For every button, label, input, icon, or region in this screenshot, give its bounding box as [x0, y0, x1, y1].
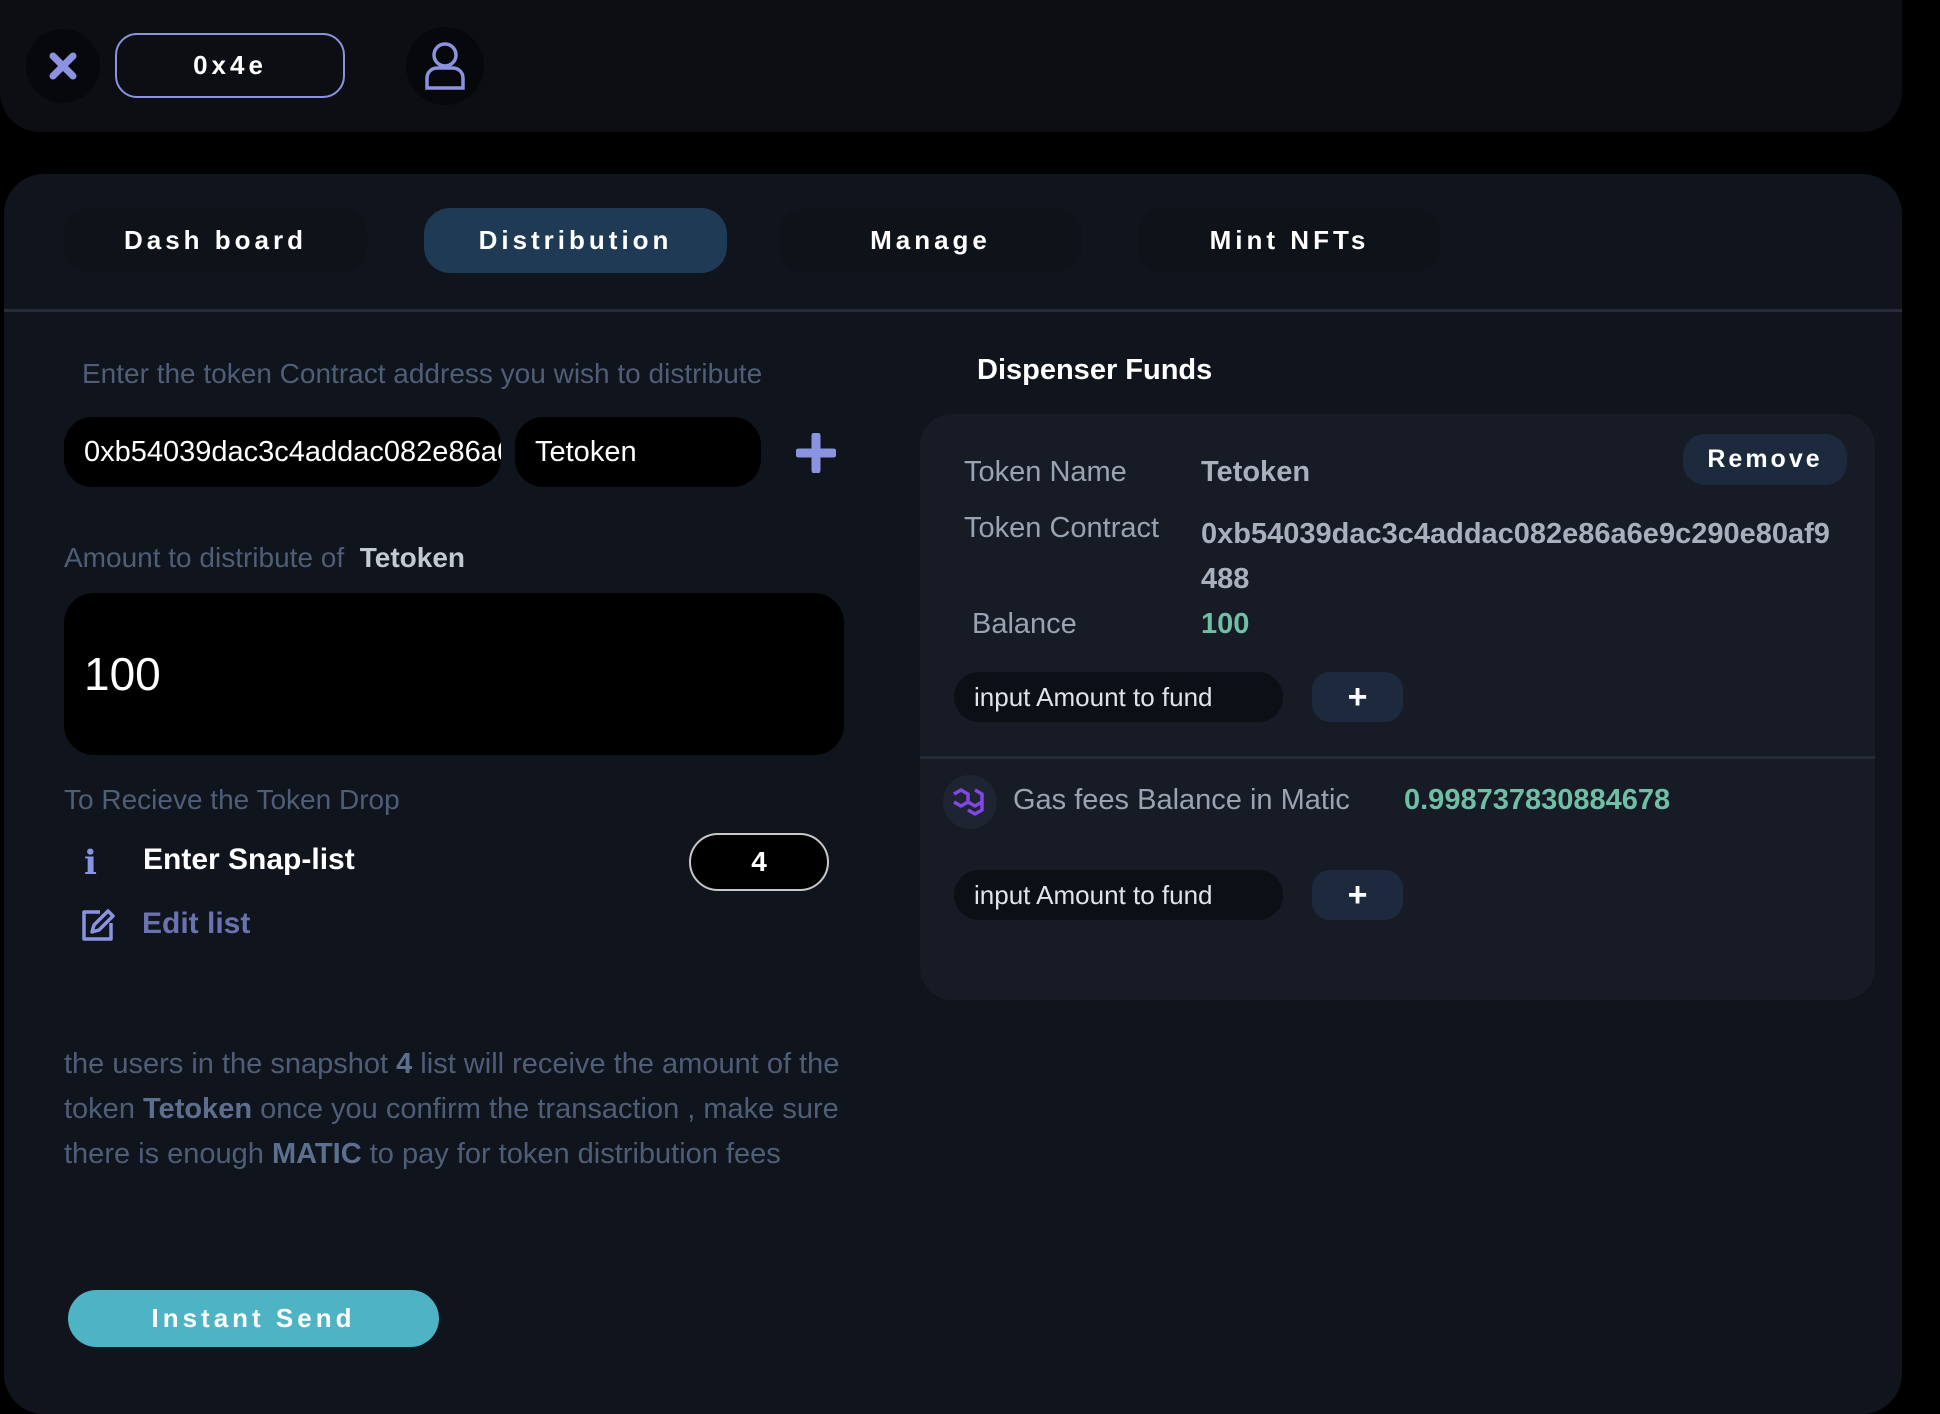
- note-token: Tetoken: [143, 1093, 253, 1125]
- amount-input[interactable]: 100: [64, 593, 844, 755]
- note-text: the users in the snapshot: [64, 1048, 397, 1080]
- edit-list-link[interactable]: Edit list: [142, 907, 250, 941]
- receive-label: To Recieve the Token Drop: [64, 784, 400, 815]
- note-text: to pay for token distribution fees: [361, 1138, 781, 1170]
- instant-send-button[interactable]: Instant Send: [68, 1290, 439, 1347]
- token-name-input[interactable]: Tetoken: [515, 417, 761, 487]
- fund-gas-input[interactable]: input Amount to fund: [954, 870, 1283, 920]
- account-address-button[interactable]: 0x4e: [115, 33, 345, 98]
- close-button[interactable]: [26, 29, 100, 103]
- contract-address-input[interactable]: 0xb54039dac3c4addac082e86a6e9c290e80af94…: [64, 417, 501, 487]
- plus-icon: +: [1347, 875, 1368, 914]
- plus-icon: +: [1347, 677, 1368, 716]
- balance-label: Balance: [972, 608, 1077, 640]
- contract-prompt: Enter the token Contract address you wis…: [82, 358, 763, 389]
- amount-token: Tetoken: [359, 542, 465, 573]
- matic-icon: [943, 775, 997, 829]
- divider: [4, 309, 1902, 312]
- gas-balance-value: 0.998737830884678: [1404, 784, 1671, 816]
- fund-token-input[interactable]: input Amount to fund: [954, 672, 1283, 722]
- tab-mint-nfts[interactable]: Mint NFTs: [1138, 208, 1441, 273]
- close-icon: [49, 52, 77, 80]
- distribution-note: the users in the snapshot 4 list will re…: [64, 1042, 864, 1177]
- profile-button[interactable]: [406, 27, 484, 105]
- info-icon: i: [84, 843, 97, 883]
- amount-label-text: Amount to distribute of: [64, 542, 345, 573]
- tab-distribution[interactable]: Distribution: [424, 208, 727, 273]
- remove-button[interactable]: Remove: [1683, 434, 1847, 485]
- tab-manage[interactable]: Manage: [779, 208, 1082, 273]
- fund-token-button[interactable]: +: [1312, 672, 1403, 722]
- fund-gas-button[interactable]: +: [1312, 870, 1403, 920]
- edit-icon[interactable]: [78, 905, 118, 950]
- token-contract-value: 0xb54039dac3c4addac082e86a6e9c290e80af94…: [1201, 518, 1830, 595]
- plus-icon: [794, 431, 838, 475]
- note-currency: MATIC: [271, 1138, 362, 1170]
- balance-value: 100: [1201, 608, 1250, 640]
- token-contract-label: Token Contract: [964, 512, 1160, 544]
- user-icon: [425, 42, 465, 90]
- token-name-value: Tetoken: [1201, 456, 1311, 488]
- tab-dashboard[interactable]: Dash board: [64, 208, 367, 273]
- amount-label: Amount to distribute of Tetoken: [64, 542, 465, 574]
- card-divider: [920, 756, 1875, 759]
- note-count: 4: [396, 1048, 413, 1080]
- snaplist-label: Enter Snap-list: [143, 843, 355, 876]
- dispenser-title: Dispenser Funds: [977, 354, 1213, 386]
- snaplist-count[interactable]: 4: [689, 833, 829, 891]
- token-name-label: Token Name: [964, 456, 1127, 488]
- add-token-button[interactable]: [794, 431, 838, 478]
- gas-label: Gas fees Balance in Matic: [1013, 784, 1350, 816]
